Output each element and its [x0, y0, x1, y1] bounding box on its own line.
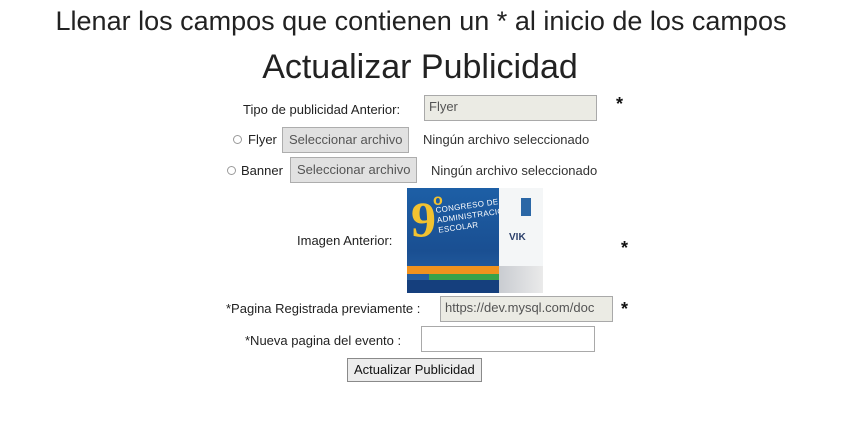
- thumbnail-photo-strip: [499, 266, 543, 293]
- flyer-file-status: Ningún archivo seleccionado: [423, 132, 590, 147]
- new-page-input[interactable]: [421, 326, 595, 352]
- banner-file-status: Ningún archivo seleccionado: [431, 163, 598, 178]
- new-page-label: *Nueva pagina del evento :: [245, 333, 402, 348]
- thumbnail-logo-icon: [521, 198, 531, 216]
- previous-image-label: Imagen Anterior:: [297, 233, 393, 248]
- flyer-radio[interactable]: [233, 135, 242, 144]
- flyer-radio-label: Flyer: [248, 132, 277, 147]
- previous-type-field[interactable]: Flyer: [424, 95, 597, 121]
- thumbnail-stripe: [407, 280, 499, 293]
- required-asterisk: *: [616, 94, 624, 114]
- thumbnail-logo-text: VIK: [509, 232, 526, 243]
- required-asterisk: *: [621, 238, 629, 258]
- previous-image-thumbnail: 9 o CONGRESO DE ADMINISTRACIÓN ESCOLAR V…: [407, 188, 543, 293]
- thumbnail-stripe: [407, 266, 499, 274]
- page-title: Actualizar Publicidad: [262, 48, 578, 86]
- banner-radio-label: Banner: [241, 163, 283, 178]
- instructions-heading: Llenar los campos que contienen un * al …: [55, 6, 787, 36]
- banner-radio[interactable]: [227, 166, 236, 175]
- previous-page-field[interactable]: https://dev.mysql.com/doc: [440, 296, 613, 322]
- update-ad-button[interactable]: Actualizar Publicidad: [347, 358, 482, 382]
- previous-page-label: *Pagina Registrada previamente :: [226, 301, 421, 316]
- flyer-file-button[interactable]: Seleccionar archivo: [282, 127, 410, 153]
- required-asterisk: *: [621, 299, 629, 319]
- previous-type-label: Tipo de publicidad Anterior:: [243, 102, 401, 117]
- banner-file-button[interactable]: Seleccionar archivo: [290, 157, 418, 183]
